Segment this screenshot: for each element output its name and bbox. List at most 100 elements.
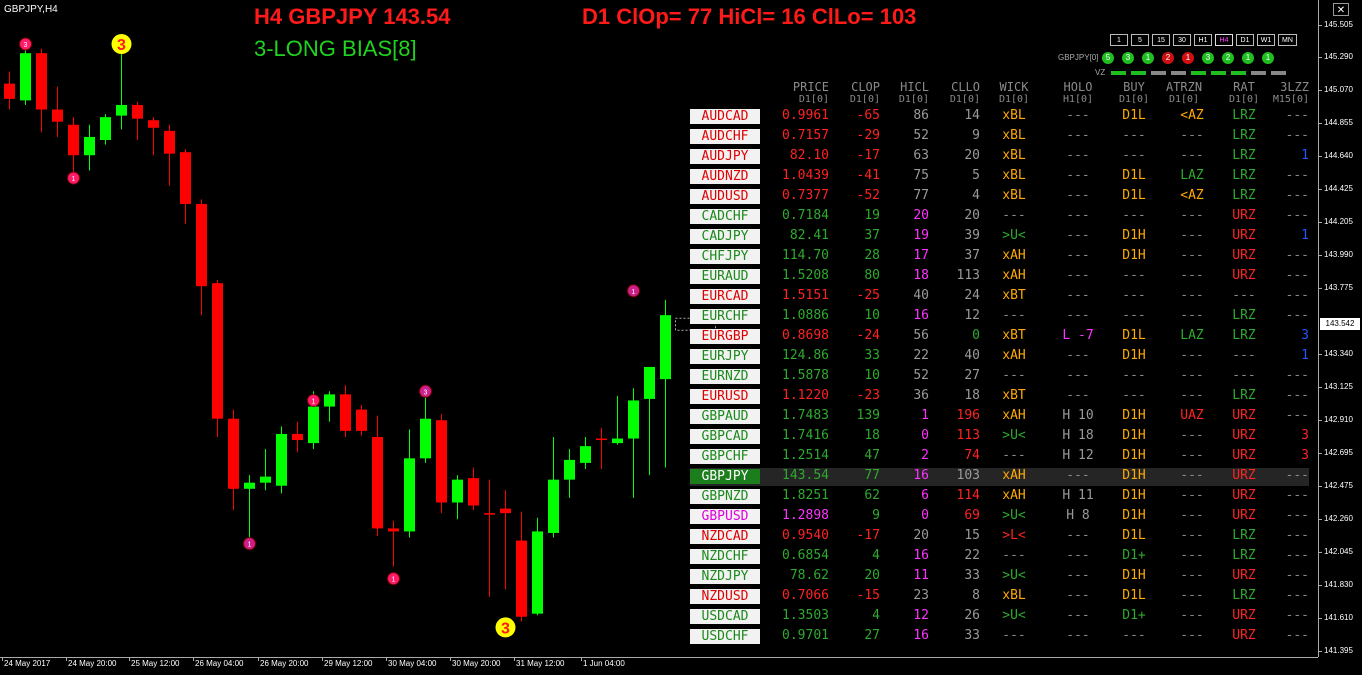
symbol-button-audcad[interactable]: AUDCAD — [690, 109, 760, 124]
table-cell-price: 0.7377 — [782, 188, 829, 203]
price-tick — [1318, 486, 1322, 487]
time-tick — [450, 657, 451, 661]
table-cell-lzz: --- — [1285, 288, 1309, 303]
time-tick-label: 1 Jun 04:00 — [583, 659, 625, 668]
symbol-button-gbpnzd[interactable]: GBPNZD — [690, 489, 760, 504]
table-cell-clop: 19 — [864, 208, 880, 223]
vz-bar — [1131, 71, 1146, 75]
table-cell-hicl: 20 — [913, 528, 929, 543]
status-dot: 1 — [1262, 52, 1274, 64]
symbol-button-audjpy[interactable]: AUDJPY — [690, 149, 760, 164]
symbol-button-nzdjpy[interactable]: NZDJPY — [690, 569, 760, 584]
table-cell-buy: D1+ — [1122, 548, 1146, 563]
table-cell-hicl: 12 — [913, 608, 929, 623]
price-axis[interactable] — [1318, 0, 1319, 657]
table-cell-holo: --- — [1066, 188, 1090, 203]
symbol-button-usdcad[interactable]: USDCAD — [690, 609, 760, 624]
price-tick-label: 143.125 — [1324, 382, 1353, 391]
symbol-button-cadchf[interactable]: CADCHF — [690, 209, 760, 224]
candle-body — [84, 136, 95, 156]
symbol-button-eurchf[interactable]: EURCHF — [690, 309, 760, 324]
column-header-wick: WICK — [999, 80, 1029, 94]
symbol-button-eurjpy[interactable]: EURJPY — [690, 349, 760, 364]
bias-label: 3-LONG BIAS[8] — [254, 36, 417, 61]
table-cell-clop: 37 — [864, 228, 880, 243]
symbol-button-gbpaud[interactable]: GBPAUD — [690, 409, 760, 424]
symbol-button-eurgbp[interactable]: EURGBP — [690, 329, 760, 344]
symbol-button-gbpchf[interactable]: GBPCHF — [690, 449, 760, 464]
table-cell-cllo: 196 — [956, 408, 980, 423]
price-tick — [1318, 585, 1322, 586]
table-cell-cllo: 33 — [964, 568, 980, 583]
table-cell-atrzn: --- — [1180, 388, 1204, 403]
vz-bar — [1191, 71, 1206, 75]
column-header-clop: CLOP — [851, 80, 880, 94]
symbol-button-eurcad[interactable]: EURCAD — [690, 289, 760, 304]
table-cell-holo: --- — [1066, 548, 1090, 563]
timeframe-button-15[interactable]: 15 — [1152, 34, 1170, 46]
timeframe-button-d1[interactable]: D1 — [1236, 34, 1254, 46]
table-cell-hicl: 16 — [913, 468, 929, 483]
table-cell-price: 0.9961 — [782, 108, 829, 123]
price-tick-label: 142.045 — [1324, 547, 1353, 556]
symbol-button-euraud[interactable]: EURAUD — [690, 269, 760, 284]
symbol-button-nzdchf[interactable]: NZDCHF — [690, 549, 760, 564]
symbol-button-gbpjpy[interactable]: GBPJPY — [690, 469, 760, 484]
status-row-label: GBPJPY[0] — [1058, 53, 1099, 62]
table-cell-wick: xBL — [1002, 148, 1026, 163]
timeframe-button-30[interactable]: 30 — [1173, 34, 1191, 46]
time-tick-label: 24 May 2017 — [4, 659, 51, 668]
table-cell-lzz: 3 — [1301, 428, 1309, 443]
symbol-button-audnzd[interactable]: AUDNZD — [690, 169, 760, 184]
symbol-button-nzdcad[interactable]: NZDCAD — [690, 529, 760, 544]
candle-body — [164, 130, 175, 154]
price-tick-label: 142.910 — [1324, 415, 1353, 424]
price-tick-label: 145.290 — [1324, 52, 1353, 61]
table-cell-wick: --- — [1002, 448, 1026, 463]
table-cell-rat: URZ — [1232, 608, 1256, 623]
table-cell-holo: --- — [1066, 108, 1090, 123]
pivot-marker-label: 1 — [248, 542, 252, 549]
time-axis[interactable] — [0, 657, 1318, 658]
price-tick-label: 142.260 — [1324, 514, 1353, 523]
table-cell-buy: D1H — [1122, 468, 1146, 483]
candle-body — [372, 437, 383, 529]
symbol-button-chfjpy[interactable]: CHFJPY — [690, 249, 760, 264]
timeframe-button-5[interactable]: 5 — [1131, 34, 1149, 46]
timeframe-button-h1[interactable]: H1 — [1194, 34, 1212, 46]
table-cell-atrzn: --- — [1180, 368, 1204, 383]
price-tick-label: 141.610 — [1324, 613, 1353, 622]
table-cell-atrzn: LAZ — [1180, 328, 1204, 343]
candle-body — [180, 152, 191, 204]
symbol-button-eurnzd[interactable]: EURNZD — [690, 369, 760, 384]
table-cell-buy: --- — [1122, 368, 1146, 383]
symbol-button-audusd[interactable]: AUDUSD — [690, 189, 760, 204]
vz-bar — [1231, 71, 1246, 75]
symbol-button-nzdusd[interactable]: NZDUSD — [690, 589, 760, 604]
price-tick — [1318, 90, 1322, 91]
table-cell-lzz: --- — [1285, 248, 1309, 263]
candle-body — [596, 438, 607, 441]
symbol-button-gbpcad[interactable]: GBPCAD — [690, 429, 760, 444]
table-cell-rat: URZ — [1232, 228, 1256, 243]
candle-body — [644, 366, 655, 399]
table-cell-cllo: 12 — [964, 308, 980, 323]
symbol-button-gbpusd[interactable]: GBPUSD — [690, 509, 760, 524]
table-cell-lzz: 3 — [1301, 448, 1309, 463]
timeframe-button-w1[interactable]: W1 — [1257, 34, 1275, 46]
table-cell-price: 1.7416 — [782, 428, 829, 443]
table-cell-atrzn: --- — [1180, 548, 1204, 563]
column-header-price: PRICE — [792, 80, 829, 94]
timeframe-button-h4[interactable]: H4 — [1215, 34, 1233, 46]
symbol-button-eurusd[interactable]: EURUSD — [690, 389, 760, 404]
timeframe-button-mn[interactable]: MN — [1278, 34, 1297, 46]
close-button[interactable]: ✕ — [1333, 3, 1349, 16]
table-cell-rat: URZ — [1232, 488, 1256, 503]
symbol-button-usdchf[interactable]: USDCHF — [690, 629, 760, 644]
column-subheader: D1[0] — [949, 94, 980, 105]
timeframe-button-1[interactable]: 1 — [1110, 34, 1128, 46]
price-tick-label: 143.340 — [1324, 349, 1353, 358]
table-cell-holo: --- — [1066, 368, 1090, 383]
symbol-button-cadjpy[interactable]: CADJPY — [690, 229, 760, 244]
symbol-button-audchf[interactable]: AUDCHF — [690, 129, 760, 144]
